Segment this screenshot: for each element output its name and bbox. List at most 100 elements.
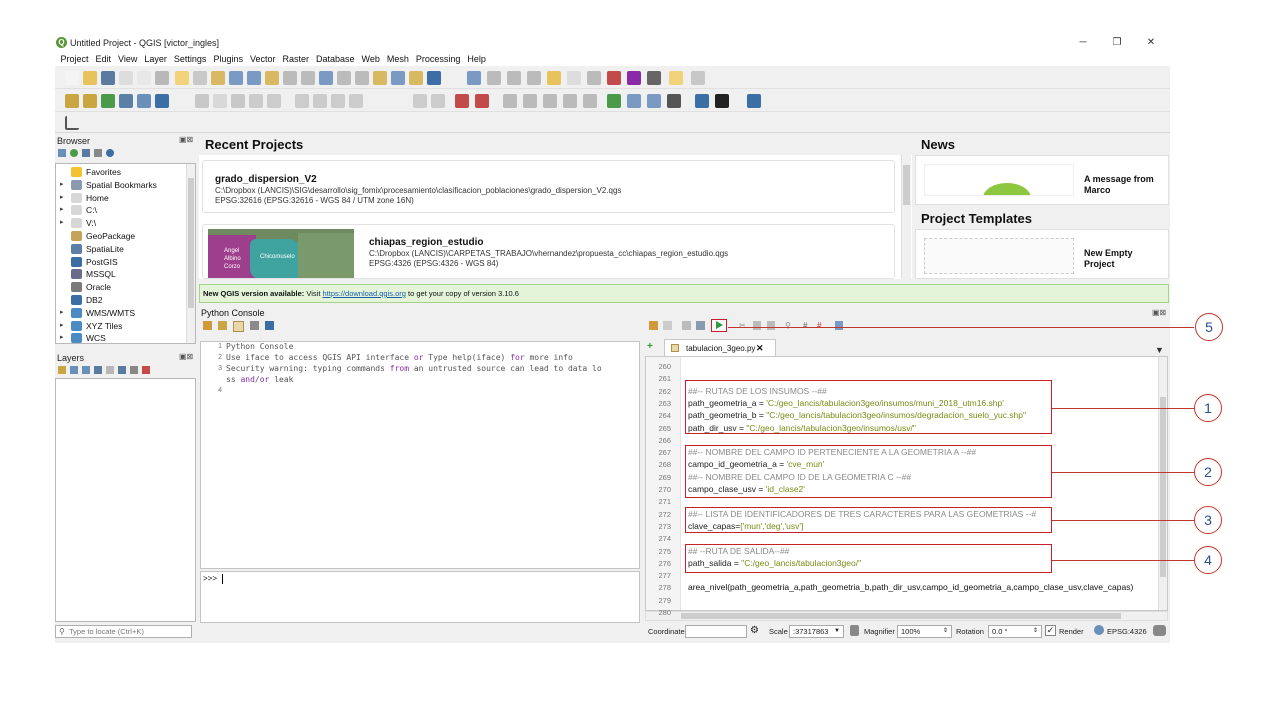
object-inspector-icon[interactable] <box>835 321 843 330</box>
editor-tab[interactable]: tabulacion_3geo.py ✕ <box>664 339 776 356</box>
template-empty-project[interactable]: New Empty Project <box>1084 248 1162 270</box>
remove-layer-icon[interactable] <box>142 366 150 374</box>
python-icon[interactable] <box>695 94 709 108</box>
collapse-icon[interactable] <box>130 366 138 374</box>
georef-icon[interactable] <box>647 94 661 108</box>
text-annotation-icon[interactable] <box>691 71 705 85</box>
rotate-label-icon[interactable] <box>563 94 577 108</box>
expand-arrow-icon[interactable]: ▸ <box>60 307 64 319</box>
label-pin-icon[interactable] <box>475 94 489 108</box>
undo-icon[interactable] <box>413 94 427 108</box>
comment-icon[interactable]: # <box>803 321 811 330</box>
zoom-native-icon[interactable] <box>319 71 333 85</box>
digitize-icon[interactable] <box>249 94 263 108</box>
save-as-icon[interactable] <box>696 321 705 330</box>
zoom-last-icon[interactable] <box>337 71 351 85</box>
expand-arrow-icon[interactable]: ▸ <box>60 204 64 216</box>
menu-settings[interactable]: Settings <box>170 53 210 66</box>
copy-features-icon[interactable] <box>331 94 345 108</box>
recent-project-card[interactable]: Angel Albino Corzo Chicomuselo chiapas_r… <box>202 224 895 279</box>
expression-filter-icon[interactable] <box>106 366 114 374</box>
expand-arrow-icon[interactable]: ▸ <box>60 320 64 332</box>
graph-icon[interactable] <box>65 116 79 130</box>
paste-features-icon[interactable] <box>349 94 363 108</box>
data-source-manager-icon[interactable] <box>65 94 79 108</box>
toggle-editing-icon[interactable] <box>213 94 227 108</box>
help-icon[interactable] <box>265 321 274 330</box>
attribute-table-icon[interactable] <box>567 71 581 85</box>
style-icon[interactable] <box>58 366 66 374</box>
layout-manager-icon[interactable] <box>155 71 169 85</box>
help-contents-icon[interactable] <box>747 94 761 108</box>
copy-icon[interactable] <box>753 321 761 330</box>
open-file-icon[interactable] <box>649 321 658 330</box>
paste-icon[interactable] <box>767 321 775 330</box>
run-script-button[interactable] <box>711 319 727 332</box>
select-icon[interactable] <box>507 71 521 85</box>
close-button[interactable]: ✕ <box>1143 36 1159 50</box>
expand-arrow-icon[interactable]: ▸ <box>60 332 64 344</box>
expand-arrow-icon[interactable]: ▸ <box>60 192 64 204</box>
crs-globe-icon[interactable] <box>1094 625 1104 635</box>
menu-help[interactable]: Help <box>464 53 490 66</box>
rotation-spinbox[interactable]: 0.0 ° ⇕ <box>988 625 1042 638</box>
find-icon[interactable]: ⚲ <box>785 321 793 330</box>
refresh-icon[interactable] <box>427 71 441 85</box>
change-label-icon[interactable] <box>583 94 597 108</box>
vertex-tool-icon[interactable] <box>267 94 281 108</box>
dock-buttons[interactable]: ▣⊠ <box>179 135 193 144</box>
open-project-icon[interactable] <box>83 71 97 85</box>
move-label-icon[interactable] <box>543 94 557 108</box>
locator-search-input[interactable]: ⚲ Type to locate (Ctrl+K) <box>55 625 192 638</box>
messages-icon[interactable] <box>1153 625 1166 636</box>
redo-icon[interactable] <box>431 94 445 108</box>
new-virtual-layer-icon[interactable] <box>137 94 151 108</box>
osm-icon[interactable] <box>607 94 621 108</box>
zoom-full-icon[interactable] <box>265 71 279 85</box>
pan-icon[interactable] <box>193 71 207 85</box>
map-tips-icon[interactable] <box>669 71 683 85</box>
label-icon[interactable] <box>455 94 469 108</box>
measure-icon[interactable] <box>647 71 661 85</box>
options-icon[interactable] <box>250 321 259 330</box>
code-line[interactable]: area_nivel(path_geometria_a,path_geometr… <box>688 582 1133 592</box>
menu-database[interactable]: Database <box>313 53 359 66</box>
new-editor-icon[interactable]: + <box>647 342 656 352</box>
save-icon[interactable] <box>682 321 691 330</box>
scrollbar-thumb[interactable] <box>903 165 910 205</box>
zoom-layer-icon[interactable] <box>301 71 315 85</box>
recent-scrollbar[interactable] <box>901 155 911 279</box>
action-icon[interactable] <box>487 71 501 85</box>
refresh-icon[interactable] <box>70 149 78 157</box>
expand-icon[interactable] <box>118 366 126 374</box>
save-as-icon[interactable] <box>119 71 133 85</box>
add-selected-icon[interactable] <box>58 149 66 157</box>
tab-list-chevron-icon[interactable]: ▼ <box>1155 345 1164 355</box>
pan-to-selection-icon[interactable] <box>211 71 225 85</box>
diagram-icon[interactable] <box>503 94 517 108</box>
filter-icon[interactable] <box>94 366 102 374</box>
visibility-icon[interactable] <box>82 366 90 374</box>
gps-icon[interactable] <box>667 94 681 108</box>
layers-tree[interactable] <box>55 378 196 622</box>
new-geopackage-icon[interactable] <box>83 94 97 108</box>
expand-arrow-icon[interactable]: ▸ <box>60 217 64 229</box>
menu-web[interactable]: Web <box>358 53 383 66</box>
lock-scale-icon[interactable] <box>850 625 859 636</box>
new-spatialite-icon[interactable] <box>119 94 133 108</box>
edits-icon[interactable] <box>195 94 209 108</box>
zoom-out-icon[interactable] <box>247 71 261 85</box>
save-edits-icon[interactable] <box>231 94 245 108</box>
menu-view[interactable]: View <box>115 53 141 66</box>
filter-icon[interactable] <box>82 149 90 157</box>
cut-icon[interactable]: ✂ <box>739 321 747 330</box>
scrollbar-thumb[interactable] <box>188 178 194 308</box>
menu-edit[interactable]: Edit <box>92 53 115 66</box>
console-input[interactable]: >>> <box>200 571 640 623</box>
dock-buttons[interactable]: ▣⊠ <box>179 352 193 361</box>
new-shapefile-icon[interactable] <box>101 94 115 108</box>
news-message-title[interactable]: A message from Marco <box>1084 174 1162 196</box>
scale-combobox[interactable]: :37317863 ▼ <box>789 625 844 638</box>
expand-arrow-icon[interactable]: ▸ <box>60 179 64 191</box>
download-link[interactable]: https://download.qgis.org <box>323 289 406 298</box>
